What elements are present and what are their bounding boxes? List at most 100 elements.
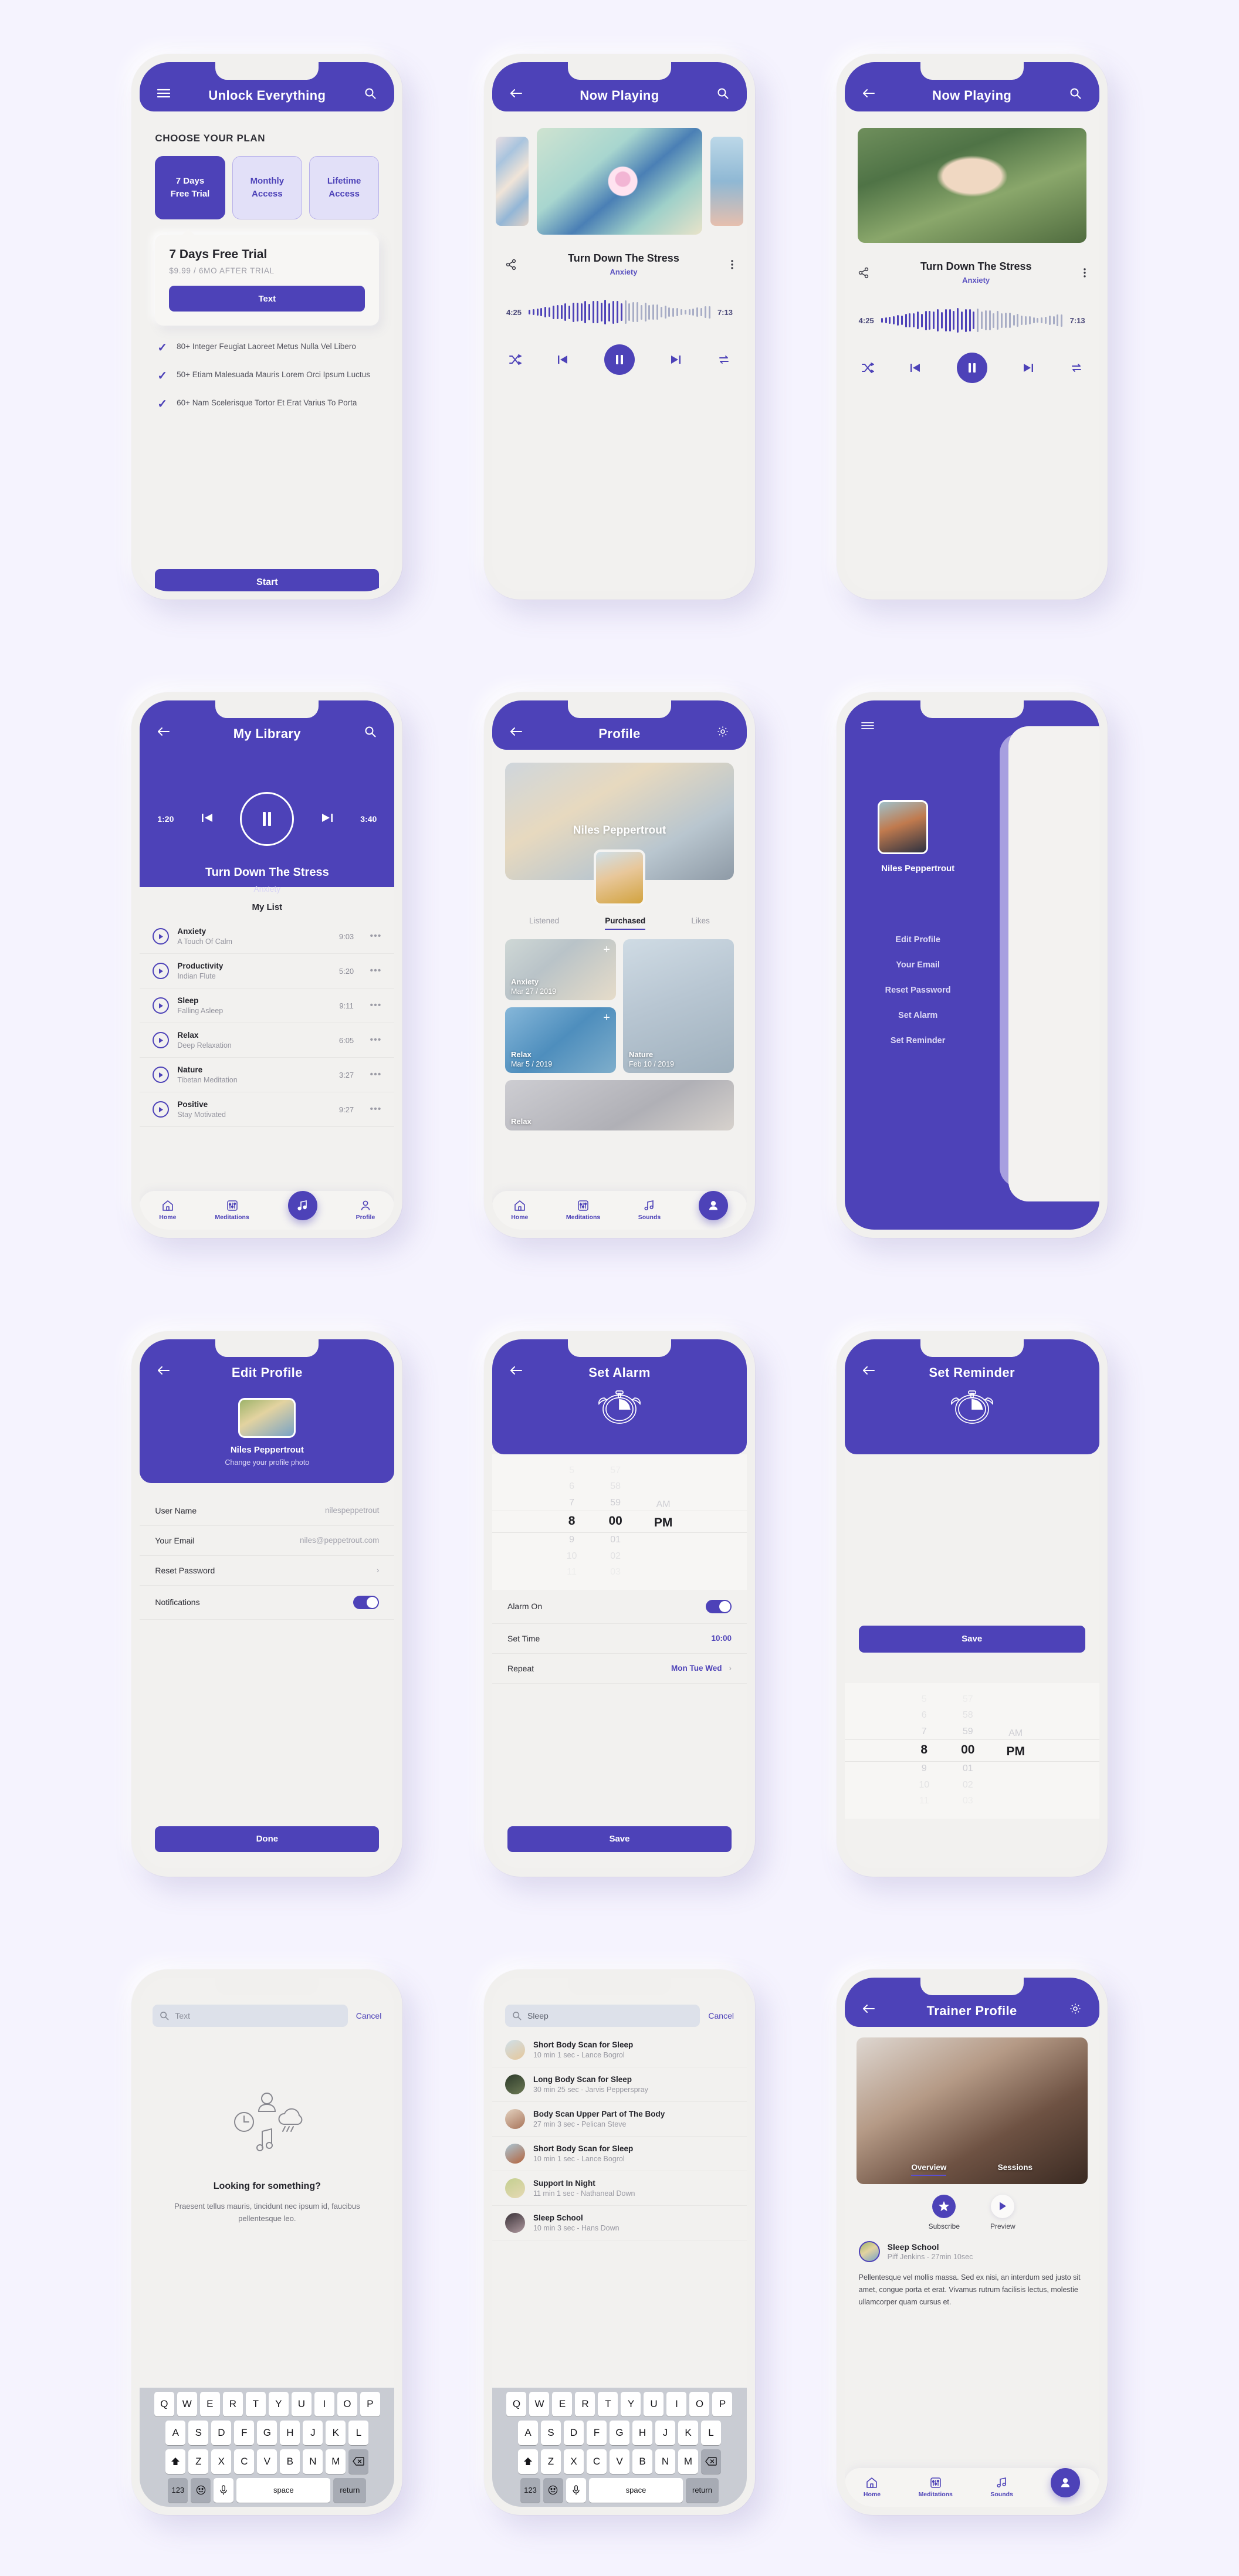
- key-u[interactable]: U: [291, 2391, 312, 2416]
- row-repeat[interactable]: Repeat Mon Tue Wed ›: [492, 1654, 747, 1684]
- pause-button[interactable]: [956, 353, 987, 384]
- tab-home[interactable]: Home: [864, 2477, 881, 2498]
- back-arrow-icon[interactable]: [506, 1360, 526, 1380]
- key-n[interactable]: N: [303, 2449, 323, 2474]
- more-horizontal-icon[interactable]: •••: [370, 1104, 382, 1115]
- tab-meditations[interactable]: Meditations: [215, 1200, 249, 1221]
- gear-icon[interactable]: [1065, 1999, 1085, 2019]
- picker-hour[interactable]: 5: [919, 1691, 929, 1708]
- album-carousel[interactable]: [845, 128, 1099, 243]
- tab-home[interactable]: Home: [511, 1200, 528, 1221]
- album-cover-current[interactable]: [536, 128, 702, 235]
- key-h[interactable]: H: [280, 2420, 300, 2445]
- tab-profile[interactable]: Profile: [356, 1200, 375, 1221]
- tab-listened[interactable]: Listened: [529, 916, 559, 930]
- profile-card[interactable]: + Anxiety Mar 27 / 2019: [505, 939, 616, 1001]
- backspace-icon[interactable]: [348, 2449, 369, 2474]
- search-input[interactable]: Sleep: [505, 2004, 700, 2027]
- tab-purchased[interactable]: Purchased: [605, 916, 646, 930]
- time-picker[interactable]: 5 6 7 8 9 10 11 57 58 59 00 01 02 03 AM …: [492, 1454, 747, 1590]
- shuffle-icon[interactable]: [509, 354, 522, 365]
- tab-sounds[interactable]: Sounds: [638, 1200, 661, 1221]
- progress-waveform[interactable]: 4:25 7:13: [492, 296, 747, 328]
- key-k[interactable]: K: [678, 2420, 698, 2445]
- picker-column-minutes[interactable]: 57 58 59 00 01 02 03: [608, 1463, 622, 1580]
- key-e[interactable]: E: [552, 2391, 573, 2416]
- picker-hour[interactable]: 11: [919, 1793, 929, 1809]
- back-arrow-icon[interactable]: [859, 1999, 879, 2019]
- menu-item-reset-password[interactable]: Reset Password: [845, 986, 991, 995]
- picker-meridiem[interactable]: AM: [1006, 1725, 1025, 1742]
- key-x[interactable]: X: [563, 2449, 584, 2474]
- picker-minute-selected[interactable]: 00: [961, 1739, 974, 1761]
- key-m[interactable]: M: [678, 2449, 698, 2474]
- avatar[interactable]: [877, 800, 928, 855]
- key-z[interactable]: Z: [540, 2449, 561, 2474]
- menu-item-your-email[interactable]: Your Email: [845, 960, 991, 970]
- key-g[interactable]: G: [257, 2420, 277, 2445]
- tab-sounds[interactable]: Sounds: [990, 2477, 1013, 2498]
- waveform-bars[interactable]: [529, 296, 710, 328]
- more-horizontal-icon[interactable]: •••: [370, 931, 382, 942]
- hamburger-icon[interactable]: [154, 83, 174, 103]
- next-icon[interactable]: [670, 354, 682, 365]
- picker-hour[interactable]: 5: [567, 1463, 577, 1479]
- key-v[interactable]: V: [257, 2449, 277, 2474]
- save-button[interactable]: Save: [858, 1625, 1085, 1653]
- key-space[interactable]: space: [588, 2477, 683, 2503]
- key-d[interactable]: D: [211, 2420, 232, 2445]
- key-h[interactable]: H: [632, 2420, 652, 2445]
- key-a[interactable]: A: [517, 2420, 538, 2445]
- plus-icon[interactable]: +: [603, 944, 610, 956]
- track-row[interactable]: Sleep Falling Asleep 9:11 •••: [140, 989, 395, 1024]
- result-row[interactable]: Body Scan Upper Part of The Body 27 min 3…: [492, 2102, 747, 2137]
- key-v[interactable]: V: [609, 2449, 629, 2474]
- picker-hour[interactable]: 9: [567, 1532, 577, 1548]
- tab-meditations[interactable]: Meditations: [919, 2477, 953, 2498]
- emoji-icon[interactable]: [191, 2477, 211, 2503]
- key-z[interactable]: Z: [188, 2449, 209, 2474]
- tab-likes[interactable]: Likes: [691, 916, 710, 930]
- more-vertical-icon[interactable]: [1083, 267, 1086, 279]
- picker-meridiem-selected[interactable]: PM: [1006, 1741, 1025, 1762]
- tab-profile-fab[interactable]: [1051, 2467, 1081, 2497]
- key-e[interactable]: E: [199, 2391, 220, 2416]
- row-user-name[interactable]: User Name nilespeppetrout: [140, 1496, 395, 1526]
- picker-minute[interactable]: 03: [961, 1793, 974, 1809]
- back-arrow-icon[interactable]: [154, 1360, 174, 1380]
- picker-column-minutes[interactable]: 57 58 59 00 01 02 03: [961, 1691, 974, 1809]
- search-icon[interactable]: [713, 83, 733, 103]
- back-arrow-icon[interactable]: [506, 83, 526, 103]
- picker-minute[interactable]: 57: [608, 1463, 622, 1479]
- key-p[interactable]: P: [712, 2391, 733, 2416]
- track-row[interactable]: Anxiety A Touch Of Calm 9:03 •••: [140, 919, 395, 954]
- emoji-icon[interactable]: [543, 2477, 563, 2503]
- key-b[interactable]: B: [280, 2449, 300, 2474]
- search-icon[interactable]: [360, 83, 380, 103]
- picker-minute-selected[interactable]: 00: [608, 1511, 622, 1532]
- search-icon[interactable]: [1065, 83, 1085, 103]
- time-picker[interactable]: 5 6 7 8 9 10 11 57 58 59 00 01 02 03 AM …: [844, 1683, 1099, 1819]
- picker-hour[interactable]: 7: [567, 1495, 577, 1511]
- repeat-icon[interactable]: [717, 354, 730, 365]
- tab-meditations[interactable]: Meditations: [566, 1200, 600, 1221]
- picker-minute[interactable]: 57: [961, 1691, 974, 1708]
- picker-hour[interactable]: 10: [567, 1548, 577, 1565]
- previous-icon[interactable]: [909, 363, 921, 373]
- start-button[interactable]: Start: [155, 569, 380, 592]
- key-l[interactable]: L: [700, 2420, 721, 2445]
- key-b[interactable]: B: [632, 2449, 652, 2474]
- tab-home[interactable]: Home: [159, 1200, 176, 1221]
- tab-sounds-fab[interactable]: [287, 1191, 317, 1221]
- plan-option-lifetime[interactable]: Lifetime Access: [309, 156, 380, 220]
- share-icon[interactable]: [505, 259, 517, 270]
- row-alarm-on[interactable]: Alarm On: [492, 1590, 747, 1624]
- picker-minute[interactable]: 58: [608, 1478, 622, 1495]
- key-return[interactable]: return: [333, 2477, 367, 2503]
- plan-option-monthly[interactable]: Monthly Access: [232, 156, 302, 220]
- more-vertical-icon[interactable]: [730, 259, 734, 270]
- search-input[interactable]: Text: [153, 2004, 348, 2027]
- key-numbers[interactable]: 123: [520, 2477, 540, 2503]
- picker-hour[interactable]: 6: [567, 1478, 577, 1495]
- play-icon[interactable]: [991, 2194, 1015, 2218]
